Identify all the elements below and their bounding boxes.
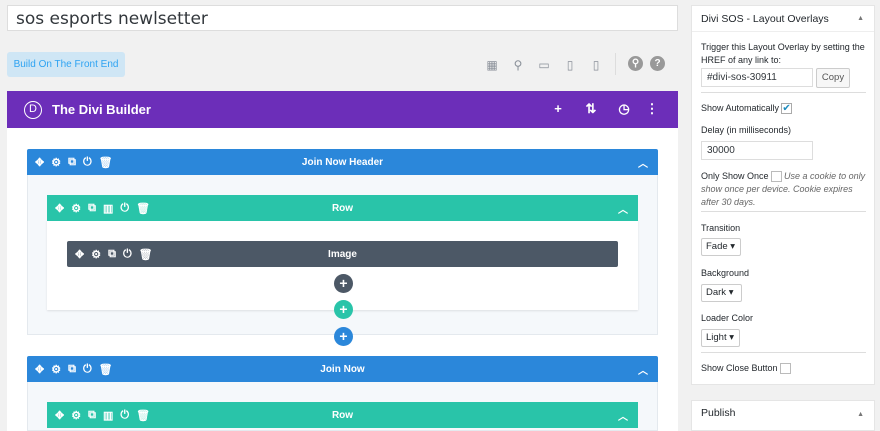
trigger-text: Trigger this Layout Overlay by setting t…: [701, 42, 865, 65]
toolbar-divider: [615, 53, 616, 75]
publish-panel[interactable]: Publish ▲: [691, 400, 875, 431]
show-automatically-label: Show Automatically: [701, 103, 780, 113]
power-icon[interactable]: ⏻: [83, 363, 92, 376]
duplicate-icon[interactable]: ⧉: [108, 248, 116, 261]
title-input[interactable]: sos esports newlsetter: [7, 5, 678, 31]
settings-icon[interactable]: ⚙: [51, 156, 61, 169]
wireframe-icon[interactable]: ▦: [484, 57, 500, 73]
module-header[interactable]: ✥ ⚙ ⧉ ⏻ 🗑 Image: [67, 241, 618, 267]
trash-icon[interactable]: 🗑: [136, 409, 150, 422]
power-icon[interactable]: ⏻: [83, 156, 92, 169]
section-header[interactable]: ✥ ⚙ ⧉ ⏻ 🗑 Join Now ︿: [27, 356, 658, 382]
trash-icon[interactable]: 🗑: [139, 248, 153, 261]
add-module-button[interactable]: +: [334, 274, 353, 293]
builder-header: D The Divi Builder + ⇅ ◷ ⋮: [7, 91, 678, 128]
build-front-end-button[interactable]: Build On The Front End: [7, 52, 125, 77]
power-icon[interactable]: ⏻: [120, 409, 129, 422]
divider: [701, 92, 866, 93]
row-header[interactable]: ✥ ⚙ ⧉ ▥ ⏻ 🗑 Row ︿: [47, 195, 638, 221]
section-header[interactable]: ✥ ⚙ ⧉ ⏻ 🗑 Join Now Header ︿: [27, 149, 658, 175]
trash-icon[interactable]: 🗑: [99, 363, 113, 376]
row-header[interactable]: ✥ ⚙ ⧉ ▥ ⏻ 🗑 Row ︿: [47, 402, 638, 428]
settings-icon[interactable]: ⚙: [71, 409, 81, 422]
move-icon[interactable]: ✥: [35, 363, 44, 376]
show-automatically-checkbox[interactable]: ✔: [781, 103, 793, 115]
panel-title: Divi SOS - Layout Overlays: [701, 12, 829, 25]
phone-icon[interactable]: ▯: [588, 57, 604, 73]
settings-icon[interactable]: ⚙: [71, 202, 81, 215]
columns-icon[interactable]: ▥: [103, 202, 113, 215]
duplicate-icon[interactable]: ⧉: [88, 409, 96, 422]
help-icon[interactable]: ?: [650, 56, 665, 71]
move-icon[interactable]: ✥: [75, 248, 84, 261]
background-label: Background: [701, 268, 750, 278]
divi-logo: D: [24, 100, 42, 119]
href-field[interactable]: #divi-sos-30911: [701, 68, 813, 87]
power-icon[interactable]: ⏻: [123, 248, 132, 261]
add-row-button[interactable]: +: [334, 300, 353, 319]
collapse-icon[interactable]: ︿: [618, 408, 628, 423]
duplicate-icon[interactable]: ⧉: [68, 363, 76, 376]
divider: [701, 211, 866, 212]
add-icon[interactable]: +: [550, 101, 566, 116]
trash-icon[interactable]: 🗑: [136, 202, 150, 215]
settings-icon[interactable]: ⚙: [51, 363, 61, 376]
background-select[interactable]: Dark ▾: [701, 284, 742, 302]
collapse-icon[interactable]: ︿: [638, 362, 648, 377]
panel-header[interactable]: Divi SOS - Layout Overlays ▲: [692, 6, 874, 32]
transition-label: Transition: [701, 223, 741, 233]
duplicate-icon[interactable]: ⧉: [68, 156, 76, 169]
section-label: Join Now Header: [301, 156, 384, 168]
loader-color-label: Loader Color: [701, 313, 754, 323]
desktop-icon[interactable]: ▭: [536, 57, 552, 73]
collapse-icon[interactable]: ▲: [857, 15, 864, 22]
only-once-row: Only Show Once Use a cookie to only show…: [701, 170, 869, 209]
show-automatically-row: Show Automatically ✔: [701, 103, 793, 115]
publish-title: Publish: [701, 407, 736, 419]
zoom-icon[interactable]: ⚲: [510, 57, 526, 73]
collapse-icon[interactable]: ▲: [857, 411, 864, 418]
close-button-row: Show Close Button: [701, 363, 791, 375]
delay-label: Delay (in milliseconds): [701, 125, 792, 135]
move-icon[interactable]: ✥: [55, 409, 64, 422]
builder-title: The Divi Builder: [52, 102, 151, 117]
copy-button[interactable]: Copy: [816, 68, 850, 88]
power-icon[interactable]: ⏻: [120, 202, 129, 215]
transition-select[interactable]: Fade ▾: [701, 238, 741, 256]
collapse-icon[interactable]: ︿: [638, 155, 648, 170]
only-once-label: Only Show Once: [701, 171, 769, 181]
divider: [701, 352, 866, 353]
history-icon[interactable]: ◷: [616, 101, 632, 117]
add-section-button[interactable]: +: [334, 327, 353, 346]
move-icon[interactable]: ✥: [35, 156, 44, 169]
tablet-icon[interactable]: ▯: [562, 57, 578, 73]
delay-input[interactable]: 30000: [701, 141, 813, 160]
close-button-label: Show Close Button: [701, 363, 778, 373]
section-label: Join Now: [320, 363, 365, 375]
trash-icon[interactable]: 🗑: [99, 156, 113, 169]
loader-color-select[interactable]: Light ▾: [701, 329, 740, 347]
settings-icon[interactable]: ⚙: [91, 248, 101, 261]
layout-overlays-panel: Divi SOS - Layout Overlays ▲ Trigger this…: [691, 5, 875, 385]
collapse-icon[interactable]: ︿: [618, 201, 628, 216]
close-button-checkbox[interactable]: [779, 363, 791, 375]
only-once-checkbox[interactable]: [770, 171, 782, 183]
columns-icon[interactable]: ▥: [103, 409, 113, 422]
duplicate-icon[interactable]: ⧉: [88, 202, 96, 215]
more-icon[interactable]: ⋮: [644, 101, 660, 117]
move-icon[interactable]: ✥: [55, 202, 64, 215]
sort-icon[interactable]: ⇅: [583, 101, 599, 117]
search-icon[interactable]: ⚲: [628, 56, 643, 71]
